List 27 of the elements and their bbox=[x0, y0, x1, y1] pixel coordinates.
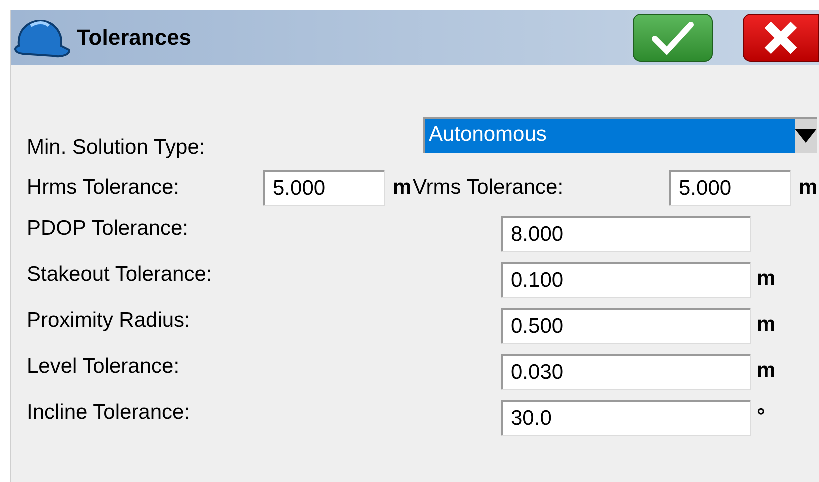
field-label: PDOP Tolerance: bbox=[27, 216, 190, 242]
unit-label: m bbox=[799, 175, 819, 202]
window-title: Tolerances bbox=[77, 24, 192, 52]
unit-label: m bbox=[393, 175, 413, 202]
field-label: Stakeout Tolerance: bbox=[27, 262, 214, 288]
checkmark-icon bbox=[651, 20, 695, 54]
input-field[interactable]: 0.100 bbox=[501, 262, 751, 298]
dropdown-arrow-icon bbox=[795, 129, 817, 143]
input-field[interactable]: 8.000 bbox=[501, 216, 751, 252]
field-label: Vrms Tolerance: bbox=[413, 175, 565, 202]
input-field[interactable]: 0.500 bbox=[501, 308, 751, 344]
input-field[interactable]: 30.0 bbox=[501, 400, 751, 436]
field-label: Incline Tolerance: bbox=[27, 400, 192, 426]
field-label: Level Tolerance: bbox=[27, 354, 181, 380]
close-button[interactable] bbox=[743, 14, 819, 62]
input-field[interactable]: 5.000 bbox=[669, 170, 791, 206]
unit-label: m bbox=[757, 358, 776, 384]
unit-label: m bbox=[757, 312, 776, 338]
close-icon bbox=[763, 20, 799, 54]
unit-label: m bbox=[757, 266, 776, 292]
input-field[interactable]: 0.030 bbox=[501, 354, 751, 390]
input-field[interactable]: 5.000 bbox=[263, 170, 385, 206]
field-label: Min. Solution Type: bbox=[27, 134, 206, 160]
ok-button[interactable] bbox=[633, 14, 713, 62]
field-label: Hrms Tolerance: bbox=[27, 175, 180, 202]
field-label: Proximity Radius: bbox=[27, 308, 192, 334]
unit-label: ° bbox=[757, 404, 766, 430]
